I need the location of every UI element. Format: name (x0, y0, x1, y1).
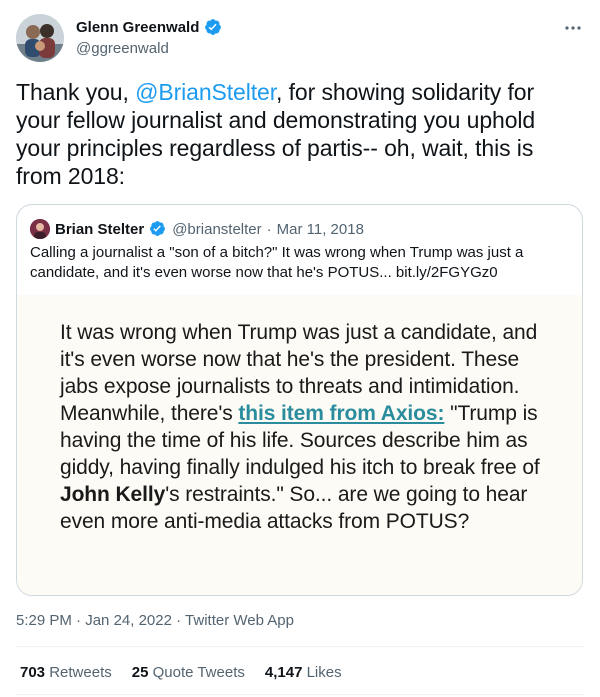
tweet-source[interactable]: Twitter Web App (185, 612, 294, 629)
retweets-stat[interactable]: 703 Retweets (20, 664, 112, 681)
quoted-author-avatar (30, 219, 50, 239)
divider (16, 694, 584, 695)
author-name-row: Glenn Greenwald (76, 18, 222, 36)
image-bold-name: John Kelly (60, 483, 166, 506)
divider (16, 646, 584, 647)
author-name[interactable]: Glenn Greenwald (76, 19, 199, 36)
image-axios-link: this item from Axios: (238, 402, 445, 425)
quoted-tweet-card[interactable]: Brian Stelter @brianstelter · Mar 11, 20… (16, 204, 583, 596)
meta-separator: · (266, 220, 272, 238)
likes-count: 4,147 (264, 664, 303, 681)
engagement-stats: 703 Retweets 25 Quote Tweets 4,147 Likes (20, 664, 342, 681)
quote-tweets-stat[interactable]: 25 Quote Tweets (132, 664, 245, 681)
author-handle[interactable]: @ggreenwald (76, 40, 169, 57)
verified-badge-icon (149, 220, 167, 238)
retweets-label: Retweets (49, 664, 112, 681)
tweet-text-before: Thank you, (16, 79, 136, 105)
quoted-tweet-header: Brian Stelter @brianstelter · Mar 11, 20… (30, 219, 364, 239)
quoted-tweet-date: Mar 11, 2018 (276, 220, 364, 238)
more-options-icon[interactable] (560, 18, 586, 38)
quote-tweets-label: Quote Tweets (152, 664, 245, 681)
quote-tweets-count: 25 (131, 664, 149, 681)
author-avatar[interactable] (16, 14, 64, 62)
quoted-tweet-image[interactable]: It was wrong when Trump was just a candi… (17, 295, 582, 595)
timestamp-separator: · (76, 612, 82, 629)
likes-stat[interactable]: 4,147 Likes (265, 664, 342, 681)
retweets-count: 703 (20, 664, 46, 681)
likes-label: Likes (306, 664, 342, 681)
quoted-tweet-text: Calling a journalist a "son of a bitch?"… (30, 244, 524, 281)
tweet-timestamp: 5:29 PM · Jan 24, 2022 · Twitter Web App (16, 612, 294, 629)
timestamp-separator: · (176, 612, 182, 629)
tweet-date[interactable]: Jan 24, 2022 (85, 612, 172, 629)
verified-badge-icon (204, 18, 222, 36)
tweet-time[interactable]: 5:29 PM (16, 612, 72, 629)
quoted-image-text: It was wrong when Trump was just a candi… (60, 319, 560, 535)
tweet-mention-link[interactable]: @BrianStelter (135, 79, 276, 105)
tweet-text: Thank you, @BrianStelter, for showing so… (16, 78, 584, 190)
quoted-author-name: Brian Stelter (55, 220, 145, 238)
quoted-author-handle: @brianstelter (172, 220, 262, 238)
